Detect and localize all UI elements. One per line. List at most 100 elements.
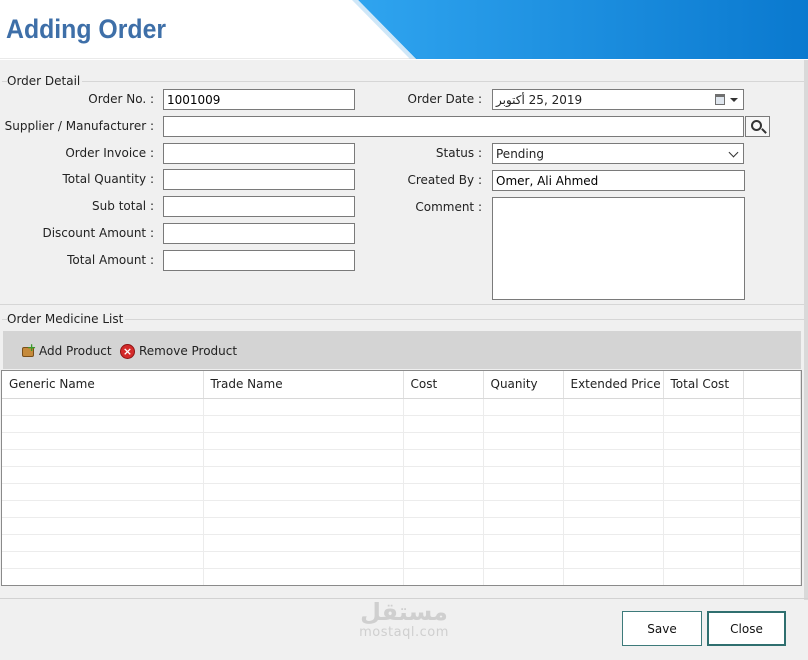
table-cell[interactable] (2, 449, 204, 467)
col-extended-price[interactable]: Extended Price (563, 371, 664, 399)
table-row[interactable] (2, 551, 801, 569)
table-row[interactable] (2, 517, 801, 535)
table-cell[interactable] (203, 517, 404, 535)
table-cell[interactable] (563, 398, 664, 416)
table-cell[interactable] (663, 483, 744, 501)
created-by-field[interactable] (492, 170, 745, 191)
table-cell[interactable] (563, 449, 664, 467)
table-cell[interactable] (483, 466, 564, 484)
table-cell[interactable] (2, 415, 204, 433)
table-cell[interactable] (203, 432, 404, 450)
table-cell[interactable] (2, 551, 204, 569)
supplier-search-button[interactable] (745, 116, 770, 137)
sub-total-field[interactable] (163, 196, 355, 217)
table-cell[interactable] (2, 500, 204, 518)
table-cell[interactable] (743, 432, 801, 450)
table-row[interactable] (2, 466, 801, 484)
col-quantity[interactable]: Quanity (483, 371, 564, 399)
table-cell[interactable] (663, 534, 744, 552)
table-cell[interactable] (483, 432, 564, 450)
order-no-field[interactable] (163, 89, 355, 110)
table-cell[interactable] (403, 568, 484, 585)
table-cell[interactable] (403, 398, 484, 416)
table-cell[interactable] (663, 432, 744, 450)
table-cell[interactable] (2, 568, 204, 585)
table-cell[interactable] (663, 449, 744, 467)
table-row[interactable] (2, 432, 801, 450)
table-cell[interactable] (663, 517, 744, 535)
table-cell[interactable] (563, 568, 664, 585)
table-cell[interactable] (483, 500, 564, 518)
remove-product-button[interactable]: × Remove Product (120, 341, 237, 361)
table-cell[interactable] (743, 500, 801, 518)
table-cell[interactable] (403, 534, 484, 552)
table-cell[interactable] (203, 466, 404, 484)
table-cell[interactable] (563, 534, 664, 552)
table-cell[interactable] (203, 568, 404, 585)
table-cell[interactable] (483, 551, 564, 569)
table-cell[interactable] (2, 483, 204, 501)
table-cell[interactable] (483, 398, 564, 416)
add-product-button[interactable]: + Add Product (20, 341, 112, 361)
table-cell[interactable] (663, 398, 744, 416)
table-cell[interactable] (203, 500, 404, 518)
col-generic-name[interactable]: Generic Name (2, 371, 204, 399)
total-amount-field[interactable] (163, 250, 355, 271)
table-cell[interactable] (743, 398, 801, 416)
table-cell[interactable] (2, 432, 204, 450)
table-cell[interactable] (743, 449, 801, 467)
table-cell[interactable] (403, 449, 484, 467)
table-cell[interactable] (743, 483, 801, 501)
table-cell[interactable] (403, 551, 484, 569)
table-cell[interactable] (563, 432, 664, 450)
table-cell[interactable] (483, 568, 564, 585)
table-cell[interactable] (403, 415, 484, 433)
table-row[interactable] (2, 449, 801, 467)
table-row[interactable] (2, 415, 801, 433)
table-cell[interactable] (563, 551, 664, 569)
table-cell[interactable] (663, 551, 744, 569)
table-cell[interactable] (2, 466, 204, 484)
table-cell[interactable] (663, 466, 744, 484)
dropdown-arrow-icon[interactable] (730, 98, 738, 102)
discount-amount-field[interactable] (163, 223, 355, 244)
table-cell[interactable] (743, 551, 801, 569)
table-cell[interactable] (203, 449, 404, 467)
table-cell[interactable] (403, 483, 484, 501)
table-row[interactable] (2, 483, 801, 501)
table-cell[interactable] (563, 500, 664, 518)
comment-textarea[interactable] (492, 197, 745, 300)
table-cell[interactable] (203, 551, 404, 569)
table-cell[interactable] (743, 568, 801, 585)
table-row[interactable] (2, 534, 801, 552)
table-row[interactable] (2, 568, 801, 585)
table-cell[interactable] (563, 517, 664, 535)
table-cell[interactable] (203, 534, 404, 552)
table-cell[interactable] (663, 500, 744, 518)
total-quantity-field[interactable] (163, 169, 355, 190)
table-cell[interactable] (483, 534, 564, 552)
supplier-field[interactable] (163, 116, 744, 137)
table-cell[interactable] (483, 415, 564, 433)
table-cell[interactable] (403, 500, 484, 518)
col-total-cost[interactable]: Total Cost (663, 371, 744, 399)
table-cell[interactable] (203, 398, 404, 416)
table-cell[interactable] (743, 517, 801, 535)
table-cell[interactable] (663, 415, 744, 433)
table-cell[interactable] (403, 466, 484, 484)
close-button[interactable]: Close (707, 611, 786, 646)
col-trade-name[interactable]: Trade Name (203, 371, 404, 399)
table-cell[interactable] (743, 534, 801, 552)
table-cell[interactable] (403, 432, 484, 450)
table-cell[interactable] (563, 466, 664, 484)
table-cell[interactable] (2, 517, 204, 535)
table-row[interactable] (2, 500, 801, 518)
table-cell[interactable] (743, 415, 801, 433)
table-cell[interactable] (563, 483, 664, 501)
col-cost[interactable]: Cost (403, 371, 484, 399)
table-cell[interactable] (203, 415, 404, 433)
table-cell[interactable] (483, 517, 564, 535)
table-cell[interactable] (483, 449, 564, 467)
table-cell[interactable] (743, 466, 801, 484)
table-row[interactable] (2, 398, 801, 416)
